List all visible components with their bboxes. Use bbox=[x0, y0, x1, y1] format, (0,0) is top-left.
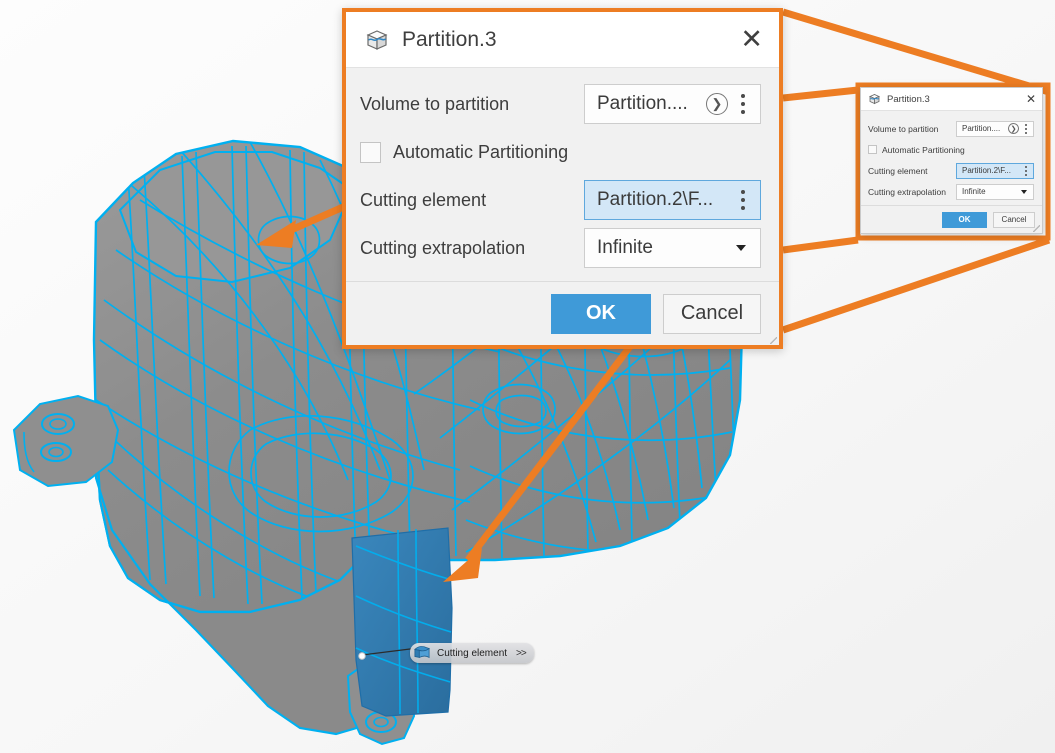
chevron-right-circle-icon[interactable]: ❯ bbox=[1008, 123, 1019, 134]
cutting-extrapolation-dropdown[interactable]: Infinite bbox=[584, 228, 761, 268]
dialog-title-small: Partition.3 bbox=[887, 94, 930, 105]
dialog-title: Partition.3 bbox=[402, 28, 497, 52]
chevron-down-icon[interactable] bbox=[736, 245, 746, 251]
dialog-body-small: Volume to partition Partition.... ❯ Auto… bbox=[861, 111, 1042, 202]
cutting-element-kebab-menu[interactable] bbox=[1021, 164, 1031, 177]
chevron-down-icon[interactable] bbox=[1021, 190, 1027, 194]
field-row-cutting-extrapolation: Cutting extrapolation Infinite bbox=[360, 224, 761, 272]
field-row-automatic-partitioning[interactable]: Automatic Partitioning bbox=[868, 139, 1034, 160]
close-icon[interactable]: ✕ bbox=[1026, 93, 1036, 105]
volume-to-partition-kebab-menu[interactable] bbox=[1021, 122, 1031, 135]
partition-dialog-original[interactable]: Partition.3 ✕ Volume to partition Partit… bbox=[860, 87, 1043, 234]
volume-to-partition-kebab-menu[interactable] bbox=[732, 89, 754, 119]
cutting-extrapolation-value: Infinite bbox=[962, 187, 1021, 196]
field-row-cutting-extrapolation: Cutting extrapolation Infinite bbox=[868, 181, 1034, 202]
surface-face-icon bbox=[412, 645, 432, 661]
automatic-partitioning-checkbox[interactable] bbox=[868, 145, 877, 154]
cancel-button[interactable]: Cancel bbox=[993, 212, 1035, 228]
cutting-extrapolation-value: Infinite bbox=[597, 237, 736, 259]
cutting-extrapolation-label: Cutting extrapolation bbox=[360, 238, 525, 259]
dialog-titlebar-small: Partition.3 ✕ bbox=[861, 88, 1042, 111]
partition-cube-icon bbox=[868, 93, 881, 105]
cancel-button[interactable]: Cancel bbox=[663, 294, 761, 334]
cutting-element-face[interactable] bbox=[352, 528, 452, 716]
partition-cube-icon bbox=[364, 28, 390, 52]
dialog-body: Volume to partition Partition.... ❯ Auto… bbox=[346, 68, 779, 272]
dialog-footer-small: OK Cancel bbox=[861, 205, 1042, 233]
automatic-partitioning-checkbox[interactable] bbox=[360, 142, 381, 163]
chevron-right-circle-icon[interactable]: ❯ bbox=[706, 93, 728, 115]
field-row-volume-to-partition: Volume to partition Partition.... ❯ bbox=[868, 118, 1034, 139]
volume-to-partition-input[interactable]: Partition.... ❯ bbox=[956, 121, 1034, 137]
cutting-element-value: Partition.2\F... bbox=[597, 189, 732, 211]
cutting-element-label: Cutting element bbox=[868, 166, 928, 176]
resize-grip[interactable] bbox=[770, 337, 777, 344]
volume-to-partition-label: Volume to partition bbox=[868, 124, 938, 134]
close-icon[interactable]: ✕ bbox=[740, 26, 763, 53]
resize-grip[interactable] bbox=[1033, 225, 1040, 232]
tooltip-expand-chevrons[interactable]: >> bbox=[516, 648, 526, 659]
automatic-partitioning-label: Automatic Partitioning bbox=[393, 142, 568, 163]
volume-to-partition-label: Volume to partition bbox=[360, 94, 509, 115]
field-row-cutting-element: Cutting element Partition.2\F... bbox=[868, 160, 1034, 181]
volume-to-partition-value: Partition.... bbox=[962, 124, 1008, 133]
cutting-element-input[interactable]: Partition.2\F... bbox=[956, 163, 1034, 179]
cutting-element-tooltip-label: Cutting element bbox=[437, 648, 507, 659]
dialog-footer: OK Cancel bbox=[346, 281, 779, 345]
cutting-element-tooltip: Cutting element >> bbox=[410, 643, 534, 663]
cutting-extrapolation-label: Cutting extrapolation bbox=[868, 187, 946, 197]
volume-to-partition-input[interactable]: Partition.... ❯ bbox=[584, 84, 761, 124]
dialog-titlebar: Partition.3 ✕ bbox=[346, 12, 779, 68]
field-row-volume-to-partition: Volume to partition Partition.... ❯ bbox=[360, 80, 761, 128]
cutting-element-kebab-menu[interactable] bbox=[732, 185, 754, 215]
partition-dialog-zoomed[interactable]: Partition.3 ✕ Volume to partition Partit… bbox=[342, 8, 783, 349]
cutting-element-input[interactable]: Partition.2\F... bbox=[584, 180, 761, 220]
field-row-cutting-element: Cutting element Partition.2\F... bbox=[360, 176, 761, 224]
screenshot-root: Cutting element >> Partition.3 ✕ bbox=[0, 0, 1055, 753]
volume-to-partition-value: Partition.... bbox=[597, 93, 706, 115]
ok-button[interactable]: OK bbox=[551, 294, 651, 334]
cutting-element-label: Cutting element bbox=[360, 190, 486, 211]
field-row-automatic-partitioning[interactable]: Automatic Partitioning bbox=[360, 128, 761, 176]
automatic-partitioning-label: Automatic Partitioning bbox=[882, 145, 965, 155]
ok-button[interactable]: OK bbox=[942, 212, 987, 228]
cutting-element-value: Partition.2\F... bbox=[962, 166, 1021, 175]
cutting-extrapolation-dropdown[interactable]: Infinite bbox=[956, 184, 1034, 200]
